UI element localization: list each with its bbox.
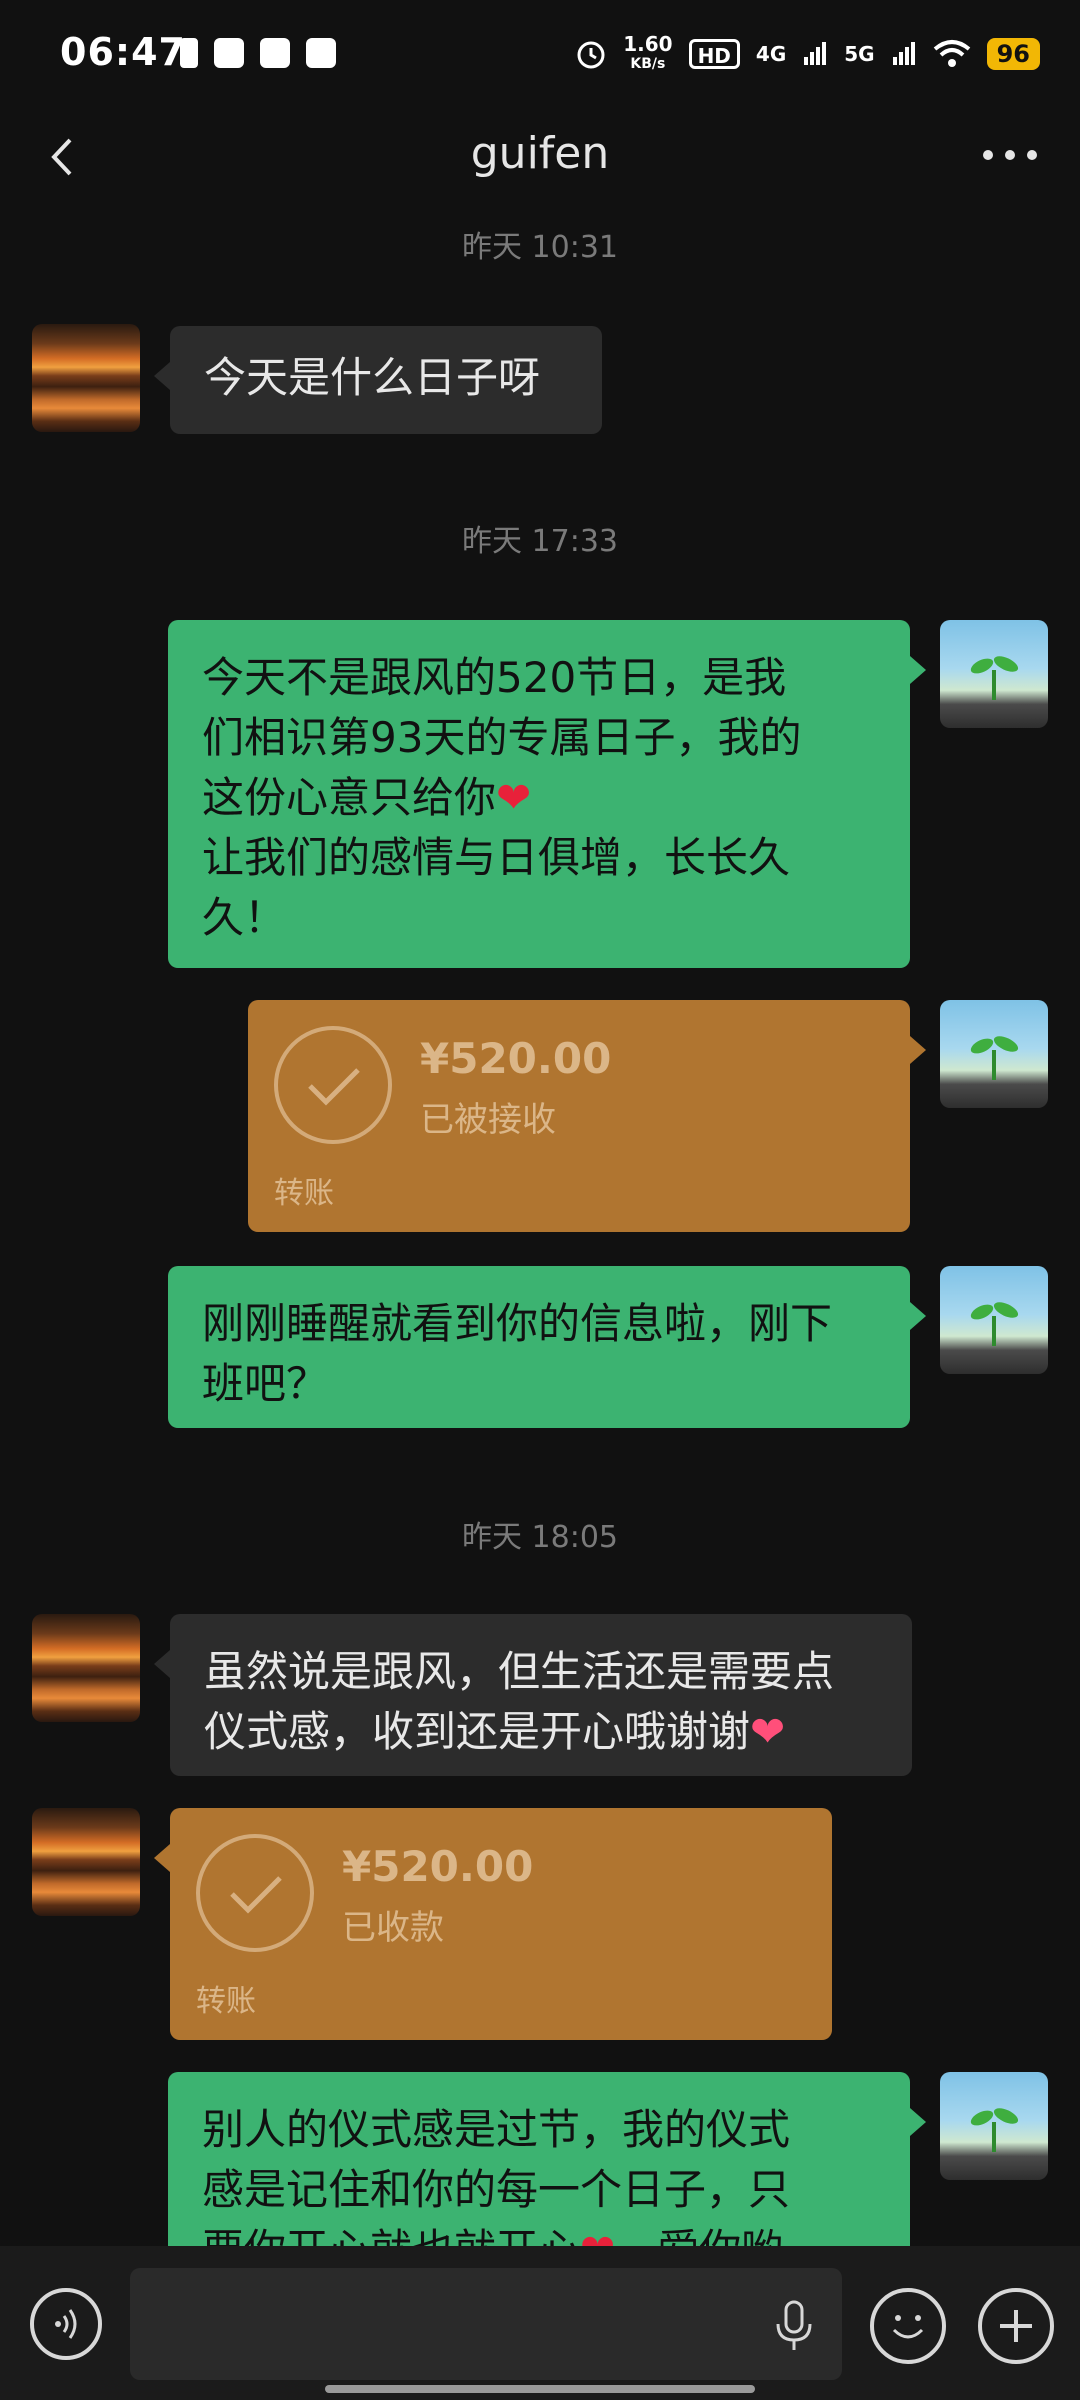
sprout-icon: [970, 2108, 1019, 2152]
plus-button[interactable]: [978, 2288, 1054, 2364]
transfer-status: 已被接收: [420, 1100, 556, 1140]
message-line: 仪式感，收到还是开心哦谢谢❤: [204, 1702, 878, 1762]
transfer-amount: ¥520.00: [420, 1034, 612, 1083]
emoji-icon: [892, 2315, 924, 2339]
transfer-card-outgoing[interactable]: ¥520.00 已被接收 转账: [248, 1000, 926, 1232]
message-line: 久！: [202, 893, 287, 942]
transfer-status: 已收款: [342, 1908, 444, 1948]
message-line: 别人的仪式感是过节，我的仪式: [202, 2105, 791, 2154]
battery-saver-icon: [180, 38, 198, 68]
message-timestamp: 昨天 10:31: [462, 230, 618, 265]
status-right: 1.60 KB/s HD 4G 5G 96: [575, 34, 1040, 74]
transfer-card-incoming[interactable]: ¥520.00 已收款 转账: [154, 1808, 832, 2040]
signal-4g: 4G: [755, 42, 787, 66]
status-bar: 06:47 1.60 KB/s HD 4G 5G 96: [0, 0, 1080, 110]
chat-title: guifen: [470, 128, 610, 179]
emoji-button[interactable]: [870, 2288, 946, 2364]
sprout-icon: [970, 1302, 1019, 1346]
transfer-label: 转账: [196, 1984, 256, 2019]
sprout-icon: [970, 656, 1019, 700]
my-avatar[interactable]: [940, 2072, 1048, 2180]
signal-bars-icon: [804, 42, 827, 65]
voice-icon: [55, 2309, 77, 2339]
message-line: 班吧？: [202, 1359, 329, 1408]
message-line: 今天不是跟风的520节日，是我: [202, 653, 787, 702]
signal-bars-icon: [892, 42, 915, 65]
voice-toggle-button[interactable]: [30, 2288, 102, 2360]
home-indicator[interactable]: [325, 2385, 755, 2393]
message-text: 仪式感，收到还是开心哦谢谢: [204, 1707, 751, 1756]
message-bubble-incoming[interactable]: 今天是什么日子呀: [154, 326, 602, 434]
message-line: 感是记住和你的每一个日子，只: [202, 2165, 791, 2214]
plus-icon: [1000, 2310, 1032, 2342]
message-bubble-outgoing[interactable]: 刚刚睡醒就看到你的信息啦，刚下 班吧？: [168, 1266, 926, 1428]
my-avatar[interactable]: [940, 1000, 1048, 1108]
heart-icon: ❤: [750, 1707, 786, 1756]
signal-5g: 5G: [844, 42, 875, 66]
my-avatar[interactable]: [940, 1266, 1048, 1374]
contact-avatar[interactable]: [32, 1808, 140, 1916]
contact-avatar[interactable]: [32, 1614, 140, 1722]
network-speed-unit: KB/s: [630, 56, 666, 72]
notification-icons: [180, 38, 336, 68]
my-avatar[interactable]: [940, 620, 1048, 728]
hd-badge: HD: [688, 39, 740, 69]
message-input[interactable]: [130, 2268, 842, 2380]
transfer-amount: ¥520.00: [342, 1842, 534, 1891]
message-line: 虽然说是跟风，但生活还是需要点: [204, 1647, 835, 1696]
more-icon[interactable]: [980, 140, 1040, 170]
message-timestamp: 昨天 17:33: [462, 524, 618, 559]
status-time: 06:47: [60, 30, 186, 74]
alarm-icon: [577, 41, 605, 69]
app-icon: [306, 38, 336, 68]
transfer-label: 转账: [274, 1176, 334, 1211]
message-timestamp: 昨天 18:05: [462, 1520, 618, 1555]
message-app-icon: [214, 38, 244, 68]
message-text: 今天是什么日子呀: [204, 353, 541, 402]
wifi-icon: [933, 40, 970, 67]
chat-header: guifen: [0, 110, 1080, 210]
message-bubble-incoming[interactable]: 虽然说是跟风，但生活还是需要点 仪式感，收到还是开心哦谢谢❤: [154, 1614, 912, 1776]
heart-icon: ❤: [496, 773, 532, 822]
check-circle-icon: [196, 1834, 314, 1952]
sprout-icon: [970, 1036, 1019, 1080]
cloud-app-icon: [260, 38, 290, 68]
battery-level: 96: [986, 38, 1040, 70]
network-speed: 1.60 KB/s: [623, 34, 672, 74]
message-text: 这份心意只给你: [202, 773, 497, 822]
check-circle-icon: [274, 1026, 392, 1144]
message-line: 这份心意只给你❤: [202, 768, 876, 828]
chat-input-bar: [0, 2246, 1080, 2400]
contact-avatar[interactable]: [32, 324, 140, 432]
message-bubble-outgoing[interactable]: 今天不是跟风的520节日，是我 们相识第93天的专属日子，我的 这份心意只给你❤…: [168, 620, 926, 968]
message-line: 们相识第93天的专属日子，我的: [202, 713, 802, 762]
message-line: 刚刚睡醒就看到你的信息啦，刚下: [202, 1299, 833, 1348]
network-speed-value: 1.60: [623, 32, 673, 56]
mic-icon[interactable]: [770, 2298, 818, 2354]
message-line: 让我们的感情与日俱增，长长久: [202, 833, 791, 882]
